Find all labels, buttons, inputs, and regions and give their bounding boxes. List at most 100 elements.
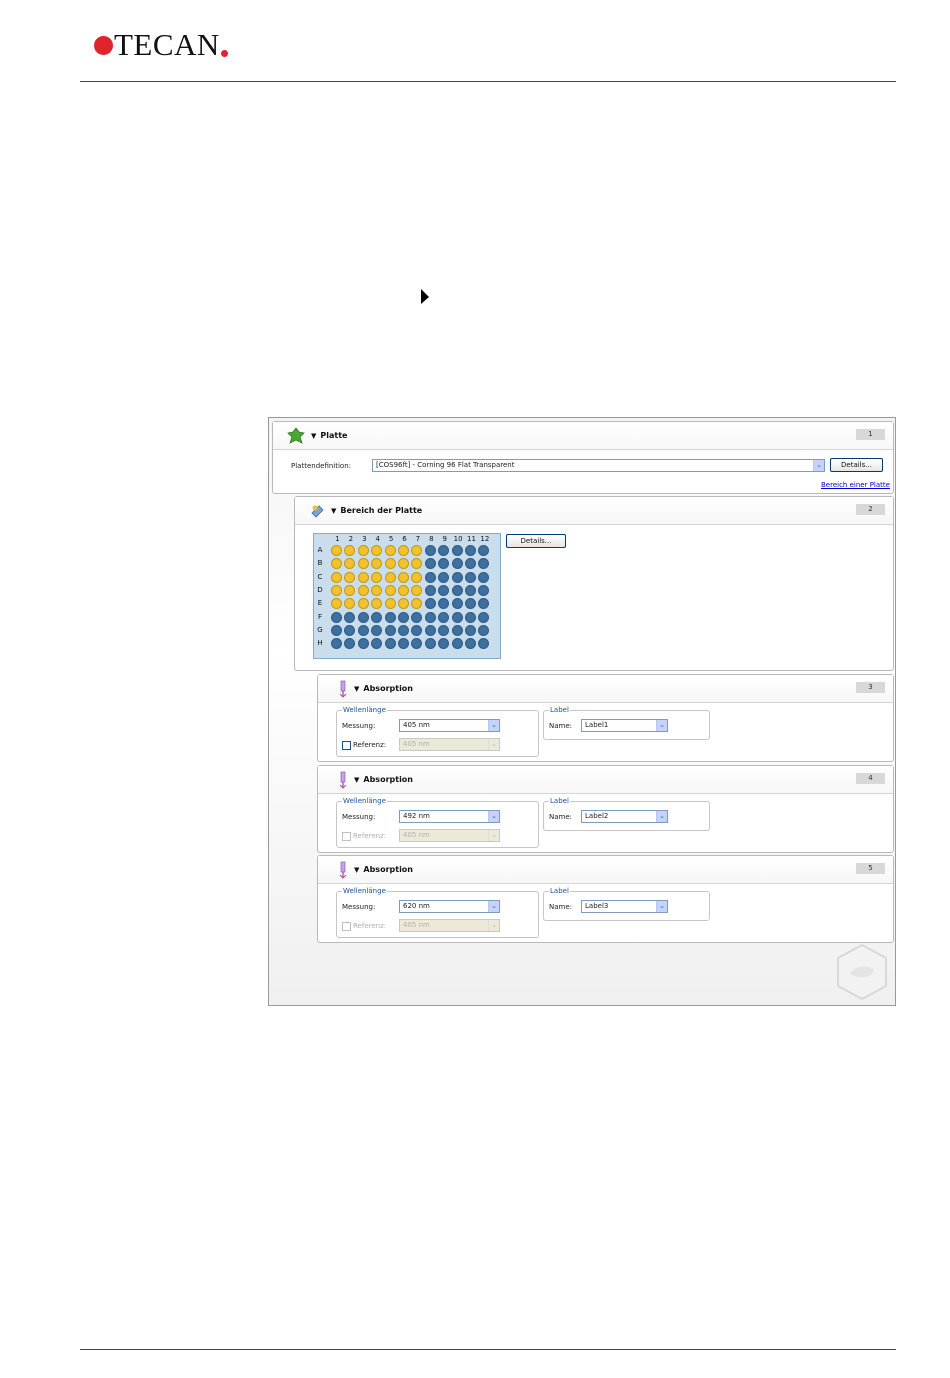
well-selected[interactable] [357, 598, 369, 610]
absorption-header[interactable]: ▼ Absorption 4 [318, 766, 893, 794]
well-selected[interactable] [331, 584, 342, 596]
label-name-select[interactable]: Label2 ⌄ [581, 810, 668, 823]
well-selected[interactable] [384, 598, 396, 610]
plate-panel-header[interactable]: ▼ Platte 1 [273, 422, 893, 450]
plate-row-label[interactable]: F [316, 613, 324, 621]
chevron-down-icon[interactable]: ⌄ [488, 920, 499, 931]
plate-column-label[interactable]: 12 [478, 535, 491, 543]
well-unselected[interactable] [384, 638, 396, 650]
measurement-select[interactable]: 620 nm ⌄ [399, 900, 500, 913]
plate-row-label[interactable]: A [316, 546, 324, 554]
well-selected[interactable] [357, 558, 369, 570]
plate-details-button[interactable]: Details... [830, 458, 883, 472]
well-selected[interactable] [384, 571, 396, 583]
well-unselected[interactable] [398, 624, 409, 636]
reference-checkbox[interactable] [342, 832, 351, 841]
well-selected[interactable] [331, 558, 342, 570]
well-unselected[interactable] [465, 624, 476, 636]
well-unselected[interactable] [478, 598, 490, 610]
well-selected[interactable] [357, 584, 369, 596]
well-unselected[interactable] [424, 545, 436, 556]
well-selected[interactable] [344, 598, 356, 610]
well-selected[interactable] [344, 558, 356, 570]
plate-range-header[interactable]: ▼ Bereich der Platte 2 [295, 497, 893, 525]
well-unselected[interactable] [438, 545, 450, 556]
well-unselected[interactable] [451, 598, 463, 610]
chevron-down-icon[interactable]: ⌄ [488, 901, 499, 912]
well-unselected[interactable] [451, 611, 463, 623]
well-selected[interactable] [411, 598, 423, 610]
well-unselected[interactable] [451, 624, 463, 636]
well-unselected[interactable] [344, 638, 356, 650]
chevron-down-icon[interactable]: ⌄ [656, 811, 667, 822]
well-unselected[interactable] [424, 624, 436, 636]
absorption-header[interactable]: ▼ Absorption 3 [318, 675, 893, 703]
well-unselected[interactable] [438, 558, 450, 570]
well-unselected[interactable] [424, 571, 436, 583]
chevron-down-icon[interactable]: ⌄ [488, 739, 499, 750]
well-unselected[interactable] [424, 584, 436, 596]
well-unselected[interactable] [465, 571, 476, 583]
plate-column-label[interactable]: 10 [452, 535, 465, 543]
well-selected[interactable] [331, 545, 342, 556]
well-unselected[interactable] [478, 545, 490, 556]
well-unselected[interactable] [451, 545, 463, 556]
well-unselected[interactable] [331, 611, 342, 623]
well-unselected[interactable] [438, 638, 450, 650]
well-unselected[interactable] [411, 638, 423, 650]
well-selected[interactable] [411, 545, 423, 556]
well-selected[interactable] [371, 598, 383, 610]
well-unselected[interactable] [478, 558, 490, 570]
well-selected[interactable] [411, 571, 423, 583]
reference-select[interactable]: 405 nm ⌄ [399, 919, 500, 932]
well-selected[interactable] [371, 584, 383, 596]
plate-column-label[interactable]: 1 [331, 535, 344, 543]
well-unselected[interactable] [465, 611, 476, 623]
chevron-down-icon[interactable]: ⌄ [656, 901, 667, 912]
well-unselected[interactable] [331, 624, 342, 636]
well-selected[interactable] [344, 545, 356, 556]
well-unselected[interactable] [371, 624, 383, 636]
well-selected[interactable] [371, 571, 383, 583]
well-selected[interactable] [398, 558, 409, 570]
well-unselected[interactable] [465, 638, 476, 650]
well-unselected[interactable] [357, 611, 369, 623]
well-selected[interactable] [357, 571, 369, 583]
well-unselected[interactable] [384, 611, 396, 623]
well-unselected[interactable] [424, 611, 436, 623]
chevron-down-icon[interactable]: ⌄ [488, 830, 499, 841]
plate-column-label[interactable]: 5 [385, 535, 398, 543]
well-unselected[interactable] [371, 638, 383, 650]
plate-column-label[interactable]: 9 [438, 535, 451, 543]
well-unselected[interactable] [344, 611, 356, 623]
well-unselected[interactable] [478, 571, 490, 583]
well-unselected[interactable] [451, 571, 463, 583]
well-selected[interactable] [344, 571, 356, 583]
label-name-select[interactable]: Label1 ⌄ [581, 719, 668, 732]
plate-column-label[interactable]: 8 [425, 535, 438, 543]
chevron-down-icon[interactable]: ⌄ [488, 720, 499, 731]
reference-select[interactable]: 405 nm ⌄ [399, 829, 500, 842]
well-selected[interactable] [411, 584, 423, 596]
plate-row-label[interactable]: C [316, 573, 324, 581]
well-unselected[interactable] [478, 584, 490, 596]
plate-range-link[interactable]: Bereich einer Platte [821, 481, 890, 489]
well-unselected[interactable] [438, 584, 450, 596]
well-selected[interactable] [344, 584, 356, 596]
reference-select[interactable]: 405 nm ⌄ [399, 738, 500, 751]
well-unselected[interactable] [331, 638, 342, 650]
well-unselected[interactable] [438, 571, 450, 583]
well-selected[interactable] [371, 558, 383, 570]
well-selected[interactable] [371, 545, 383, 556]
well-selected[interactable] [384, 558, 396, 570]
well-unselected[interactable] [424, 558, 436, 570]
well-selected[interactable] [411, 558, 423, 570]
well-plate-map[interactable]: 1 2 3 4 5 6 7 8 9 10 11 12 A B C D E F G H [313, 533, 501, 659]
plate-row-label[interactable]: G [316, 626, 324, 634]
well-unselected[interactable] [478, 638, 490, 650]
well-unselected[interactable] [424, 598, 436, 610]
well-unselected[interactable] [438, 598, 450, 610]
plate-row-label[interactable]: H [316, 639, 324, 647]
reference-checkbox[interactable] [342, 741, 351, 750]
plate-column-label[interactable]: 2 [344, 535, 357, 543]
